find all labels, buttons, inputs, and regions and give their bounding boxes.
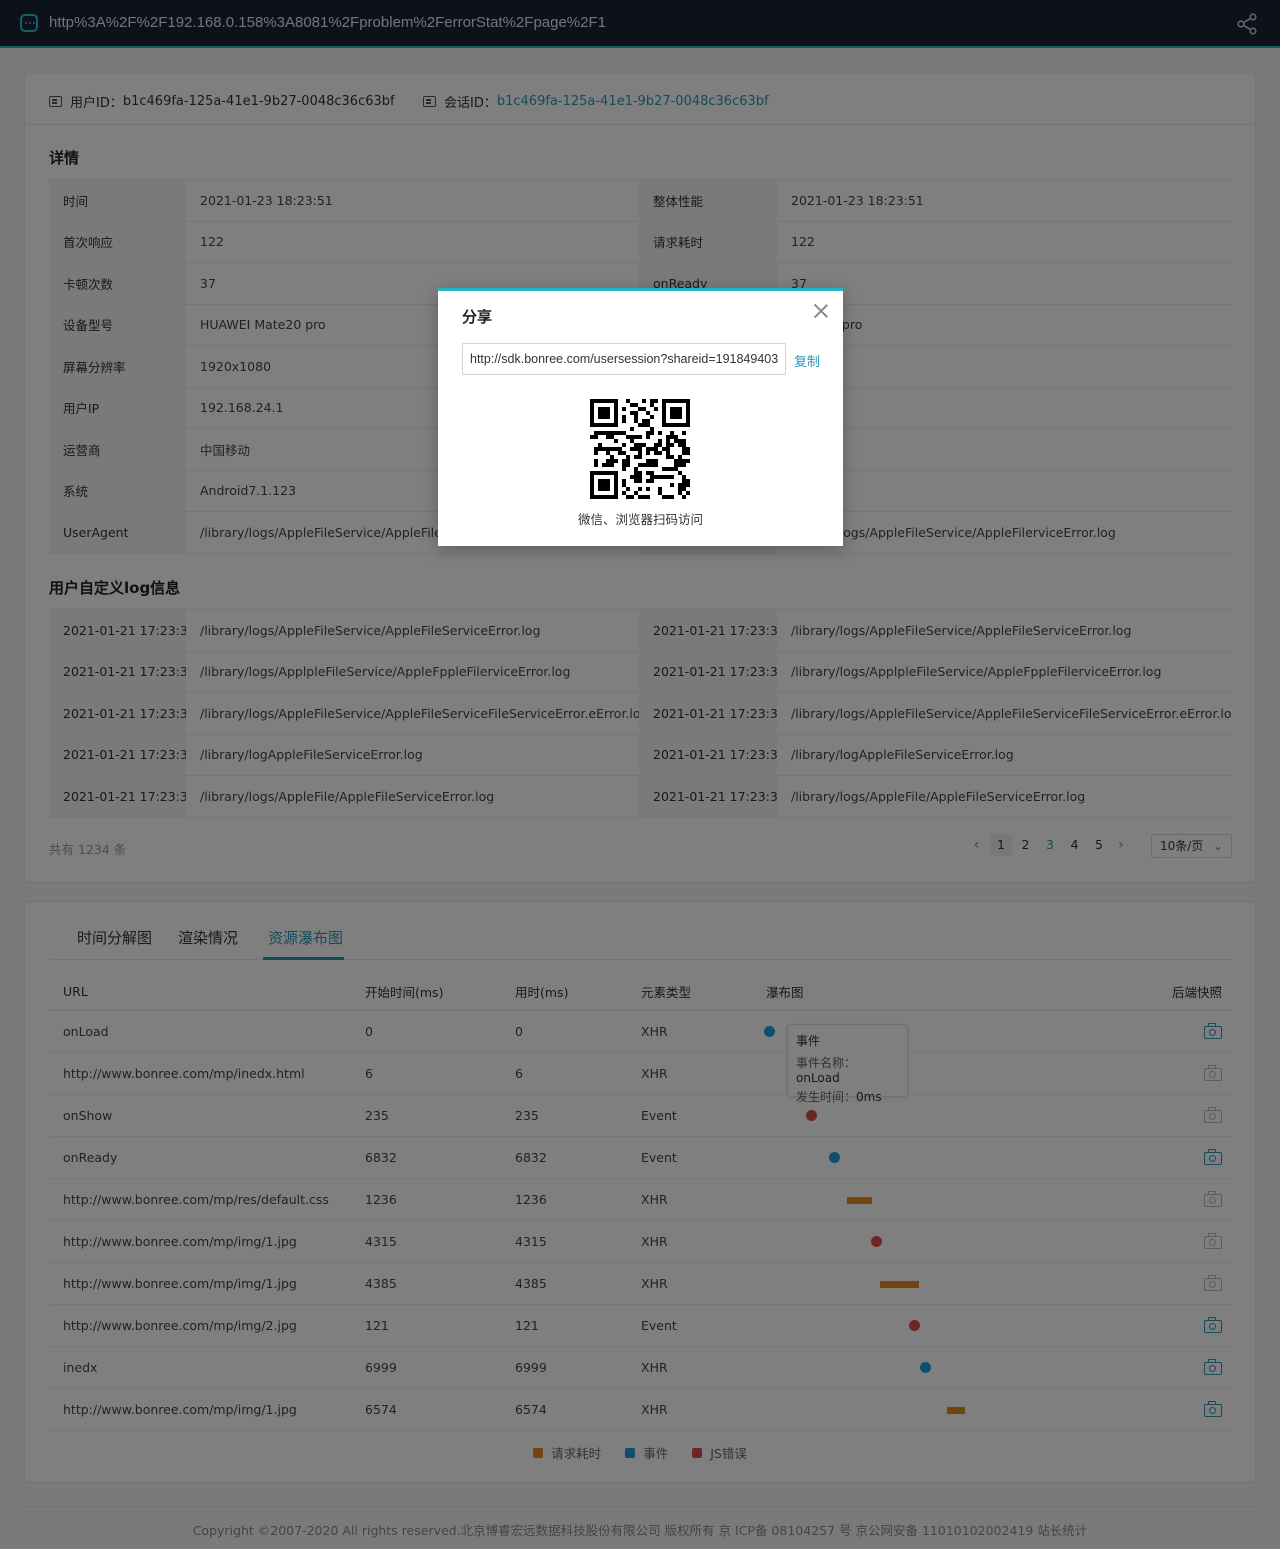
share-dialog: 分享 复制 微信、浏览器扫码访问: [438, 288, 843, 546]
dialog-title: 分享: [462, 308, 493, 326]
close-icon[interactable]: [813, 303, 829, 319]
copy-button[interactable]: 复制: [794, 351, 820, 370]
modal-overlay[interactable]: [0, 0, 1280, 1549]
qr-code: [590, 399, 690, 499]
qr-caption: 微信、浏览器扫码访问: [577, 512, 703, 527]
share-url-input[interactable]: [462, 343, 786, 375]
